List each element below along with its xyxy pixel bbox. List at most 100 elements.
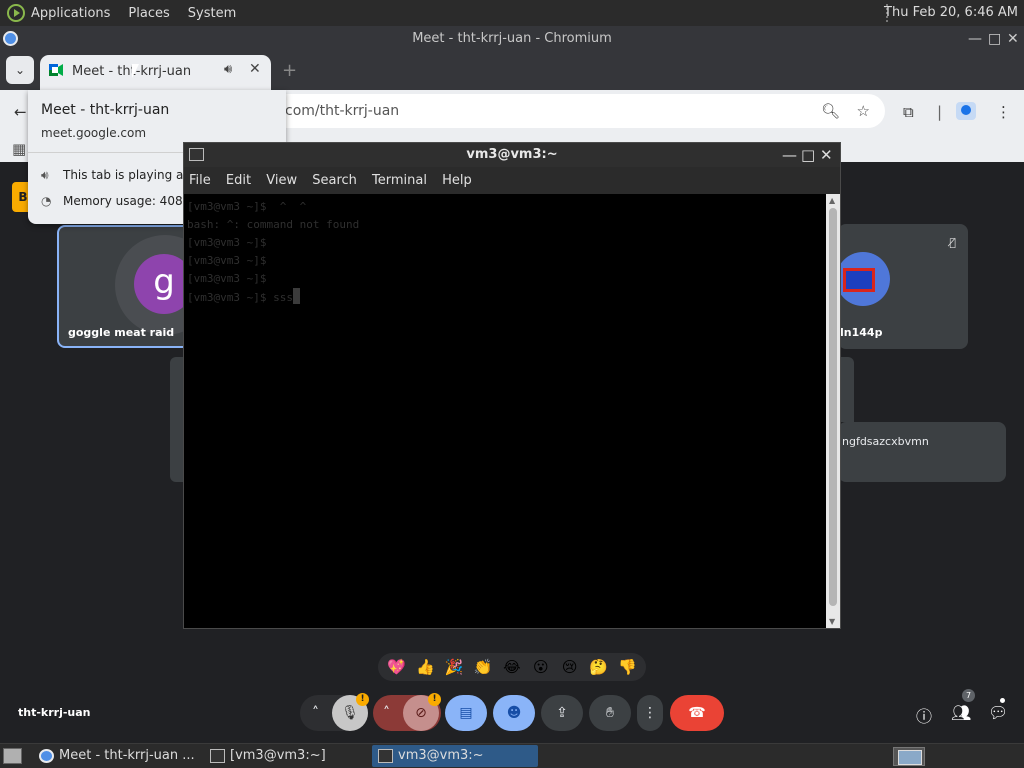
terminal-screen[interactable]: [vm3@vm3 ~]$ ^ ^ bash: ^: command not fou… — [184, 194, 826, 628]
camera-off-icon: ⊘ — [415, 705, 427, 721]
close-icon[interactable]: ✕ — [1007, 26, 1019, 52]
menu-help[interactable]: Help — [442, 173, 472, 188]
hover-card-title: Meet - tht-krrj-uan — [41, 102, 170, 118]
taskbar-item-label: Meet - tht-krrj-uan ... — [59, 748, 195, 763]
people-count-badge: 7 — [962, 689, 975, 702]
participant-tile[interactable]: g goggle meat raid — [57, 225, 192, 348]
taskbar-item-chromium[interactable]: Meet - tht-krrj-uan ... — [33, 745, 203, 767]
window-title: Meet - tht-krrj-uan - Chromium — [412, 31, 612, 46]
scroll-down-icon[interactable]: ▼ — [829, 617, 835, 626]
places-menu[interactable]: Places — [128, 6, 169, 21]
tab-search-button[interactable]: ⌄ — [6, 56, 34, 84]
reaction-laugh[interactable]: 😂 — [500, 655, 524, 679]
reaction-thumbs-down[interactable]: 👎 — [615, 655, 639, 679]
panel-clock[interactable]: Thu Feb 20, 6:46 AM — [884, 5, 1018, 20]
hover-card-memory-row: ◔ Memory usage: 408 — [41, 194, 183, 208]
chat-icon[interactable]: 💬︎ — [988, 703, 1008, 722]
chevron-up-icon: ˄ — [312, 705, 319, 721]
chromium-icon — [39, 749, 54, 763]
minimize-icon[interactable]: — — [968, 26, 982, 52]
menu-search[interactable]: Search — [312, 173, 357, 188]
apps-grid-icon[interactable]: ▦ — [12, 140, 26, 158]
reaction-sad[interactable]: 😢 — [558, 655, 582, 679]
camera-warning-badge: ! — [428, 693, 441, 706]
profile-avatar-icon[interactable] — [956, 102, 976, 120]
address-text: com/tht-krrj-uan — [285, 103, 400, 119]
applications-menu[interactable]: Applications — [31, 6, 110, 21]
toolbar-divider: | — [937, 103, 943, 121]
memory-gauge-icon: ◔ — [41, 194, 52, 208]
tab-meet[interactable]: Meet - tht-krrj-uan 🔊︎ ✕ — [40, 55, 271, 90]
scroll-up-icon[interactable]: ▲ — [829, 196, 835, 205]
speaker-icon[interactable]: 🔊︎ — [224, 62, 232, 77]
terminal-scrollbar[interactable]: ▲ ▼ — [826, 194, 840, 628]
reaction-surprised[interactable]: 😮 — [529, 655, 553, 679]
taskbar-item-label: [vm3@vm3:~] — [230, 748, 326, 763]
tab-close-icon[interactable]: ✕ — [249, 61, 261, 77]
mic-off-icon: 🎙̸ — [949, 236, 956, 249]
speaker-icon: 🔊︎ — [41, 168, 49, 182]
desktop: Applications Places System Thu Feb 20, 6… — [0, 0, 1024, 768]
terminal-titlebar[interactable]: vm3@vm3:~ — □ ✕ — [184, 143, 840, 167]
reaction-thinking[interactable]: 🤔 — [587, 655, 611, 679]
menu-view[interactable]: View — [266, 173, 297, 188]
system-menu[interactable]: System — [188, 6, 236, 21]
workspace-switcher[interactable] — [893, 747, 925, 766]
google-meet-favicon-icon — [49, 64, 63, 76]
participant-name: goggle meat raid — [68, 326, 175, 339]
chromium-titlebar: Meet - tht-krrj-uan - Chromium — □ ✕ — [0, 26, 1024, 52]
hangup-icon: ☎︎ — [688, 705, 706, 721]
people-icon[interactable]: 👥︎ — [951, 703, 971, 722]
menu-edit[interactable]: Edit — [226, 173, 251, 188]
address-bar[interactable]: com/tht-krrj-uan 🔍︎ ☆ — [270, 94, 885, 128]
scrollbar-thumb[interactable] — [829, 208, 837, 606]
reactions-bar: 💖 👍 🎉 👏 😂 😮 😢 🤔 👎 — [378, 653, 646, 681]
menu-kebab-icon[interactable]: ⋮ — [996, 103, 1011, 121]
reaction-thumbs-up[interactable]: 👍 — [413, 655, 437, 679]
more-options-button[interactable]: ⋮ — [637, 695, 663, 731]
leave-call-button[interactable]: ☎︎ — [670, 695, 724, 731]
close-icon[interactable]: ✕ — [820, 143, 833, 167]
menu-terminal[interactable]: Terminal — [372, 173, 427, 188]
meeting-code: tht-krrj-uan — [18, 706, 91, 719]
text-cursor — [292, 288, 300, 304]
mic-warning-badge: ! — [356, 693, 369, 706]
present-button[interactable]: ⇪ — [541, 695, 583, 731]
tab-strip: ⌄ Meet - tht-krrj-uan 🔊︎ ✕ + — [0, 52, 1024, 90]
maximize-icon[interactable]: □ — [988, 26, 1001, 52]
back-icon[interactable]: ← — [14, 103, 27, 121]
new-tab-icon[interactable]: + — [282, 60, 297, 81]
hand-icon: ✋︎ — [606, 705, 614, 721]
raise-hand-button[interactable]: ✋︎ — [589, 695, 631, 731]
participant-tile[interactable]: ngfdsazcxbvmn — [838, 422, 1006, 482]
minimize-icon[interactable]: — — [782, 143, 797, 167]
bookmark-star-icon[interactable]: ☆ — [857, 94, 870, 128]
taskbar-item-terminal-active[interactable]: vm3@vm3:~ — [372, 745, 538, 767]
captions-button[interactable]: ▤ — [445, 695, 487, 731]
taskbar-item-terminal[interactable]: [vm3@vm3:~] — [204, 745, 369, 767]
info-icon[interactable]: ⓘ — [916, 703, 932, 727]
emoji-icon: ☻ — [506, 705, 522, 721]
reaction-heart[interactable]: 💖 — [384, 655, 408, 679]
menu-kebab-icon: ⋮ — [643, 705, 657, 721]
distro-logo-icon[interactable] — [7, 4, 25, 22]
search-icon[interactable]: 🔍︎ — [821, 94, 840, 128]
extensions-icon[interactable]: ⧉ — [903, 103, 914, 121]
participant-tile[interactable]: 🎙̸ ln144p — [838, 224, 968, 349]
show-desktop-icon[interactable] — [3, 748, 22, 764]
terminal-line: [vm3@vm3 ~]$ — [187, 254, 267, 267]
reaction-party[interactable]: 🎉 — [442, 655, 466, 679]
reaction-clap[interactable]: 👏 — [471, 655, 495, 679]
terminal-menubar: File Edit View Search Terminal Help — [184, 167, 840, 194]
terminal-icon — [378, 749, 393, 763]
captions-icon: ▤ — [459, 705, 473, 721]
emoji-button[interactable]: ☻ — [493, 695, 535, 731]
terminal-line: bash: ^: command not found — [187, 218, 360, 231]
menu-file[interactable]: File — [189, 173, 211, 188]
chevron-down-icon: ⌄ — [14, 63, 26, 77]
terminal-icon — [189, 148, 204, 161]
participant-name: ngfdsazcxbvmn — [842, 435, 929, 448]
maximize-icon[interactable]: □ — [801, 143, 815, 167]
terminal-window[interactable]: vm3@vm3:~ — □ ✕ File Edit View Search Te… — [183, 142, 841, 629]
terminal-line: [vm3@vm3 ~]$ — [187, 236, 267, 249]
